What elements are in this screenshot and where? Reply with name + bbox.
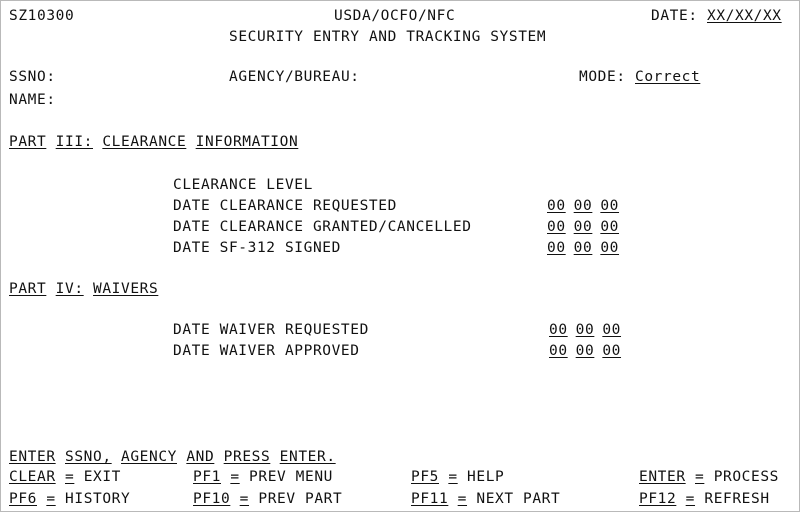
date-sf312-signed-label: DATE SF-312 SIGNED bbox=[173, 240, 341, 256]
part4-heading: PART IV: WAIVERS bbox=[9, 279, 158, 300]
mode-value[interactable]: Correct bbox=[635, 69, 700, 85]
function-key-action: PREV PART bbox=[258, 491, 343, 507]
date-clearance-requested-label: DATE CLEARANCE REQUESTED bbox=[173, 198, 397, 214]
function-key-pf10[interactable]: PF10 = PREV PART bbox=[193, 489, 342, 510]
function-key-action: REFRESH bbox=[704, 491, 770, 507]
part3-heading-word-1: PART bbox=[9, 134, 47, 150]
date-waiver-approved-dd[interactable]: 00 bbox=[576, 343, 595, 359]
ssno-label: SSNO: bbox=[9, 69, 56, 85]
function-key-action: PREV MENU bbox=[249, 469, 333, 485]
function-key-name: PF5 bbox=[411, 469, 439, 485]
function-key-separator: = bbox=[685, 491, 696, 507]
prompt-word-6: ENTER. bbox=[279, 449, 336, 465]
function-key-separator: = bbox=[457, 491, 468, 507]
part4-heading-word-2: IV: bbox=[55, 281, 84, 297]
function-key-name: PF1 bbox=[193, 469, 221, 485]
part3-heading: PART III: CLEARANCE INFORMATION bbox=[9, 132, 298, 153]
function-key-name: PF11 bbox=[411, 491, 449, 507]
date-clearance-requested-yy[interactable]: 00 bbox=[600, 198, 619, 214]
function-key-separator: = bbox=[65, 469, 75, 485]
part4-heading-word-3: WAIVERS bbox=[93, 281, 159, 297]
prompt-word-1: ENTER bbox=[9, 449, 56, 465]
function-key-separator: = bbox=[448, 469, 458, 485]
function-key-pf1[interactable]: PF1 = PREV MENU bbox=[193, 467, 333, 488]
date-clearance-granted-mm[interactable]: 00 bbox=[547, 219, 566, 235]
function-key-name: PF10 bbox=[193, 491, 231, 507]
date-label: DATE: bbox=[651, 8, 698, 24]
date-waiver-requested-dd[interactable]: 00 bbox=[576, 322, 595, 338]
function-key-pf5[interactable]: PF5 = HELP bbox=[411, 467, 504, 488]
date-sf312-signed-mm[interactable]: 00 bbox=[547, 240, 566, 256]
date-clearance-granted-input-group: 00 00 00 bbox=[547, 217, 619, 238]
prompt-word-3: AGENCY bbox=[121, 449, 177, 465]
date-input[interactable]: XX/XX/XX bbox=[707, 8, 782, 24]
function-key-separator: = bbox=[239, 491, 250, 507]
part3-heading-word-3: CLEARANCE bbox=[102, 134, 187, 150]
date-sf312-signed-dd[interactable]: 00 bbox=[574, 240, 593, 256]
agency-field-group: AGENCY/BUREAU: bbox=[229, 67, 360, 88]
clearance-level-label: CLEARANCE LEVEL bbox=[173, 177, 313, 193]
function-key-separator: = bbox=[230, 469, 240, 485]
date-waiver-requested-mm[interactable]: 00 bbox=[549, 322, 568, 338]
date-waiver-requested-input-group: 00 00 00 bbox=[549, 320, 621, 341]
function-key-separator: = bbox=[695, 469, 705, 485]
prompt-word-5: PRESS bbox=[223, 449, 271, 465]
function-key-pf6[interactable]: PF6 = HISTORY bbox=[9, 489, 130, 510]
date-waiver-approved-label: DATE WAIVER APPROVED bbox=[173, 343, 360, 359]
date-clearance-granted-label: DATE CLEARANCE GRANTED/CANCELLED bbox=[173, 219, 472, 235]
function-key-enter[interactable]: ENTER = PROCESS bbox=[639, 467, 779, 488]
part3-heading-word-2: III: bbox=[55, 134, 93, 150]
mode-field-group: MODE: Correct bbox=[579, 67, 700, 88]
function-key-pf12[interactable]: PF12 = REFRESH bbox=[639, 489, 770, 510]
date-waiver-requested-label: DATE WAIVER REQUESTED bbox=[173, 322, 369, 338]
function-key-pf11[interactable]: PF11 = NEXT PART bbox=[411, 489, 560, 510]
part3-heading-word-4: INFORMATION bbox=[195, 134, 299, 150]
date-clearance-requested-dd[interactable]: 00 bbox=[574, 198, 593, 214]
function-key-name: ENTER bbox=[639, 469, 686, 485]
organization-title: USDA/OCFO/NFC bbox=[334, 8, 456, 24]
function-key-name: PF6 bbox=[9, 491, 37, 507]
date-waiver-requested-yy[interactable]: 00 bbox=[602, 322, 621, 338]
name-label: NAME: bbox=[9, 92, 56, 108]
date-waiver-approved-yy[interactable]: 00 bbox=[602, 343, 621, 359]
function-key-separator: = bbox=[46, 491, 56, 507]
instruction-prompt: ENTER SSNO, AGENCY AND PRESS ENTER. bbox=[9, 447, 336, 468]
part4-heading-word-1: PART bbox=[9, 281, 47, 297]
function-key-action: EXIT bbox=[83, 469, 122, 485]
function-key-clear[interactable]: CLEAR = EXIT bbox=[9, 467, 121, 488]
mode-label: MODE: bbox=[579, 69, 626, 85]
function-key-action: HISTORY bbox=[65, 491, 131, 507]
date-waiver-approved-mm[interactable]: 00 bbox=[549, 343, 568, 359]
date-waiver-approved-input-group: 00 00 00 bbox=[549, 341, 621, 362]
system-title: SECURITY ENTRY AND TRACKING SYSTEM bbox=[229, 29, 547, 45]
prompt-word-2: SSNO, bbox=[65, 449, 112, 465]
date-clearance-requested-input-group: 00 00 00 bbox=[547, 196, 619, 217]
date-sf312-signed-input-group: 00 00 00 bbox=[547, 238, 619, 259]
agency-label: AGENCY/BUREAU: bbox=[229, 69, 360, 85]
name-field-group: NAME: bbox=[9, 90, 56, 111]
function-key-name: CLEAR bbox=[9, 469, 56, 485]
function-key-action: PROCESS bbox=[713, 469, 779, 485]
screen-id: SZ10300 bbox=[9, 8, 75, 24]
date-field-group: DATE: XX/XX/XX bbox=[651, 6, 782, 27]
prompt-word-4: AND bbox=[186, 449, 215, 465]
ssno-field-group: SSNO: bbox=[9, 67, 56, 88]
date-clearance-requested-mm[interactable]: 00 bbox=[547, 198, 566, 214]
function-key-action: NEXT PART bbox=[476, 491, 561, 507]
date-clearance-granted-yy[interactable]: 00 bbox=[600, 219, 619, 235]
function-key-name: PF12 bbox=[639, 491, 677, 507]
date-sf312-signed-yy[interactable]: 00 bbox=[600, 240, 619, 256]
function-key-action: HELP bbox=[467, 469, 505, 485]
date-clearance-granted-dd[interactable]: 00 bbox=[574, 219, 593, 235]
terminal-screen: SZ10300 USDA/OCFO/NFC DATE: XX/XX/XX SEC… bbox=[0, 0, 800, 512]
